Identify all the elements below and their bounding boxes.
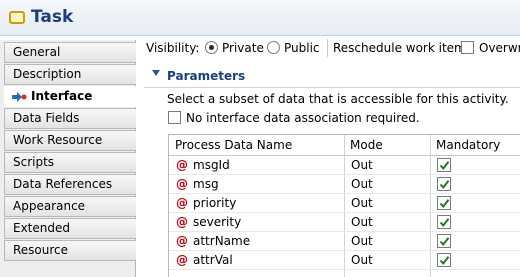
mode-value[interactable]: Out xyxy=(351,234,373,248)
column-header-mode[interactable]: Mode xyxy=(344,135,430,156)
mode-value[interactable]: Out xyxy=(351,196,373,210)
mandatory-checkbox[interactable] xyxy=(437,215,451,229)
mandatory-checkbox[interactable] xyxy=(437,158,451,172)
process-data-name: priority xyxy=(193,196,237,210)
tab-work-resource[interactable]: Work Resource xyxy=(4,130,136,151)
no-association-checkbox[interactable] xyxy=(168,111,181,124)
mandatory-checkbox[interactable] xyxy=(437,253,451,267)
toolbar-divider xyxy=(327,39,328,57)
tab-label: Description xyxy=(13,67,82,81)
column-header-name[interactable]: Process Data Name xyxy=(169,135,344,156)
tab-appearance[interactable]: Appearance xyxy=(4,196,136,217)
tab-interface[interactable]: Interface xyxy=(4,86,136,107)
tab-data-fields[interactable]: Data Fields xyxy=(4,108,136,129)
tab-label: Interface xyxy=(31,89,93,103)
process-data-name: msg xyxy=(193,177,219,191)
visibility-label: Visibility: xyxy=(146,41,200,55)
parameters-description: Select a subset of data that is accessib… xyxy=(167,92,509,106)
tab-label: Scripts xyxy=(13,155,55,169)
mandatory-checkbox[interactable] xyxy=(437,196,451,210)
mode-value[interactable]: Out xyxy=(351,215,373,229)
field-icon: @ xyxy=(176,158,188,172)
process-data-name: attrName xyxy=(193,234,251,248)
mandatory-checkbox[interactable] xyxy=(437,234,451,248)
task-icon xyxy=(9,11,25,24)
tab-label: Resource xyxy=(13,243,69,257)
column-header-mandatory[interactable]: Mandatory xyxy=(430,135,520,156)
editor-header: Task xyxy=(0,0,520,36)
tab-label: Extended xyxy=(13,221,70,235)
reschedule-label: Reschedule work item: xyxy=(333,41,470,55)
public-radio[interactable] xyxy=(267,41,280,54)
properties-sidebar: General Description Interface Data Field… xyxy=(0,40,136,277)
overwrite-checkbox[interactable] xyxy=(461,41,474,54)
tab-label: Data Fields xyxy=(13,111,80,125)
overwrite-label[interactable]: Overwri xyxy=(479,40,520,56)
process-data-name: attrVal xyxy=(193,253,233,267)
mandatory-checkbox[interactable] xyxy=(437,177,451,191)
section-divider xyxy=(144,87,520,88)
tab-label: Appearance xyxy=(13,199,86,213)
interface-icon xyxy=(11,90,27,104)
tab-label: Data References xyxy=(13,177,113,191)
process-data-name: severity xyxy=(193,215,242,229)
table-row[interactable]: @ severity Out xyxy=(169,213,520,232)
tab-label: General xyxy=(13,45,61,59)
mode-value[interactable]: Out xyxy=(351,158,373,172)
tab-extended[interactable]: Extended xyxy=(4,218,136,239)
parameters-section-title[interactable]: Parameters xyxy=(167,69,245,83)
private-radio-label[interactable]: Private xyxy=(222,40,264,56)
field-icon: @ xyxy=(176,215,188,229)
tab-general[interactable]: General xyxy=(4,42,136,63)
field-icon: @ xyxy=(176,234,188,248)
private-radio[interactable] xyxy=(205,41,218,54)
tab-label: Work Resource xyxy=(13,133,103,147)
mode-value[interactable]: Out xyxy=(351,177,373,191)
table-row[interactable]: @ msg Out xyxy=(169,175,520,194)
field-icon: @ xyxy=(176,177,188,191)
page-title: Task xyxy=(31,7,74,27)
tab-data-references[interactable]: Data References xyxy=(4,174,136,195)
table-row[interactable]: @ priority Out xyxy=(169,194,520,213)
interface-panel: Visibility: Private Public Reschedule wo… xyxy=(137,37,520,277)
tab-resource[interactable]: Resource xyxy=(4,240,136,261)
table-row[interactable]: @ msgId Out xyxy=(169,156,520,175)
table-row[interactable]: @ attrVal Out xyxy=(169,251,520,270)
mode-value[interactable]: Out xyxy=(351,253,373,267)
parameters-table: Process Data Name Mode Mandatory @ msgId… xyxy=(168,134,520,277)
tab-description[interactable]: Description xyxy=(4,64,136,85)
process-data-name: msgId xyxy=(193,158,230,172)
public-radio-label[interactable]: Public xyxy=(284,40,320,56)
tab-scripts[interactable]: Scripts xyxy=(4,152,136,173)
field-icon: @ xyxy=(176,253,188,267)
table-row[interactable]: @ attrName Out xyxy=(169,232,520,251)
no-association-label[interactable]: No interface data association required. xyxy=(186,111,420,125)
field-icon: @ xyxy=(176,196,188,210)
collapse-arrow-icon[interactable] xyxy=(152,70,160,76)
